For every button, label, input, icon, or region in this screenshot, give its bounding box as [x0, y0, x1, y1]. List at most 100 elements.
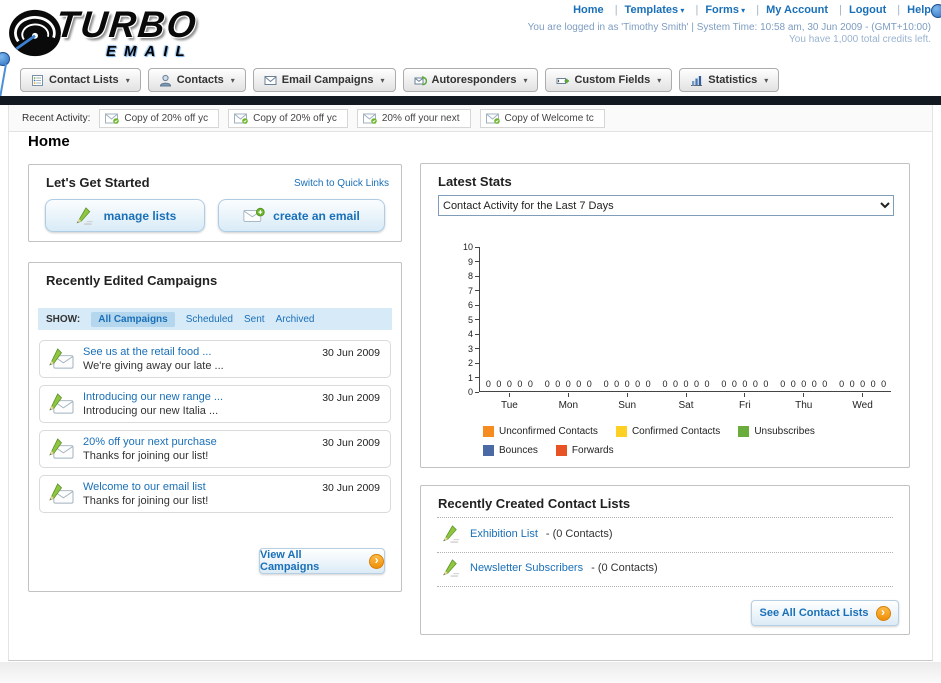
tab-label: Contacts — [176, 74, 224, 86]
stats-period-select[interactable]: Contact Activity for the Last 7 Days — [438, 195, 894, 216]
dark-divider-bar — [0, 96, 941, 105]
campaign-date: 30 Jun 2009 — [322, 482, 380, 494]
campaign-date: 30 Jun 2009 — [322, 392, 380, 404]
recent-campaigns-title: Recently Edited Campaigns — [46, 273, 218, 288]
tab-statistics[interactable]: Statistics — [679, 68, 780, 92]
recent-activity-item[interactable]: 20% off your next — [356, 108, 471, 128]
edit-campaign-icon — [48, 393, 75, 416]
contact-list-link[interactable]: Newsletter Subscribers — [470, 562, 583, 574]
envelope-plus-icon — [243, 206, 265, 225]
tab-label: Statistics — [708, 74, 758, 86]
manage-lists-label: manage lists — [103, 208, 177, 223]
switch-to-quick-links[interactable]: Switch to Quick Links — [294, 178, 389, 189]
manage-lists-button[interactable]: manage lists — [45, 199, 205, 232]
tab-label: Email Campaigns — [281, 74, 374, 86]
custom-fields-icon — [556, 74, 569, 87]
x-tick: Wed — [833, 393, 892, 411]
chart-y-axis: 10 9 8 7 6 5 4 3 2 1 0 — [453, 242, 479, 397]
contact-list-link[interactable]: Exhibition List — [470, 528, 538, 540]
y-tick: 10 — [453, 242, 479, 252]
tab-custom-fields[interactable]: Custom Fields — [545, 68, 673, 92]
campaign-subtitle: We're giving away our late ... — [83, 360, 224, 372]
filter-archived[interactable]: Archived — [276, 314, 315, 325]
nav-home-link[interactable]: Home — [573, 4, 604, 16]
filter-sent[interactable]: Sent — [244, 314, 265, 325]
y-tick: 8 — [453, 271, 479, 281]
nav-help-link[interactable]: Help — [889, 4, 931, 16]
filter-all-campaigns[interactable]: All Campaigns — [91, 311, 175, 327]
contact-list-count: - (0 Contacts) — [545, 527, 613, 540]
nav-forms-link[interactable]: Forms — [687, 4, 745, 16]
edit-campaign-icon — [48, 438, 75, 461]
x-tick: Mon — [539, 393, 598, 411]
recent-activity-item[interactable]: Copy of Welcome tc — [479, 108, 605, 128]
recent-contact-lists-panel: Recently Created Contact Lists Exhibitio… — [420, 485, 910, 635]
page-bottom-strip — [0, 662, 941, 683]
see-all-contact-lists-button[interactable]: See All Contact Lists — [751, 600, 899, 626]
recent-activity-label: Recent Activity: — [22, 112, 91, 124]
tab-autoresponders[interactable]: Autoresponders — [402, 68, 539, 92]
recent-campaigns-panel: Recently Edited Campaigns SHOW: All Camp… — [28, 262, 402, 592]
create-email-button[interactable]: create an email — [218, 199, 385, 232]
y-tick: 0 — [453, 387, 479, 397]
y-tick: 4 — [453, 329, 479, 339]
tab-contact-lists[interactable]: Contact Lists — [20, 68, 141, 92]
logo-text-email: EMAIL — [106, 43, 193, 60]
contact-list-row[interactable]: Exhibition List - (0 Contacts) — [441, 524, 613, 543]
campaign-row[interactable]: 20% off your next purchase Thanks for jo… — [39, 430, 391, 468]
get-started-title: Let's Get Started — [46, 175, 150, 190]
stats-chart: 10 9 8 7 6 5 4 3 2 1 0 0 0 0 0 00 0 0 0 00 0 0 0 0… — [453, 242, 899, 414]
x-tick: Sat — [657, 393, 716, 411]
turbo-email-dashboard: TURBO EMAIL Home Templates Forms My Acco… — [0, 0, 941, 683]
campaign-subtitle: Introducing our new Italia ... — [83, 405, 219, 417]
nav-logout-link[interactable]: Logout — [831, 4, 886, 16]
value-label-group: 0 0 0 0 0 — [721, 379, 769, 389]
dotted-separator — [437, 552, 893, 553]
legend-item-confirmed-contacts: Confirmed Contacts — [615, 426, 720, 437]
recent-activity-item[interactable]: Copy of 20% off yc — [99, 108, 220, 128]
recent-activity-bar: Recent Activity: Copy of 20% off yc Copy… — [9, 105, 932, 132]
pencil-icon — [74, 206, 96, 225]
chart-plot-area — [479, 247, 891, 392]
edit-list-icon — [441, 558, 462, 577]
y-tick: 3 — [453, 344, 479, 354]
campaign-row[interactable]: Welcome to our email list Thanks for joi… — [39, 475, 391, 513]
chart-value-labels: 0 0 0 0 0 0 0 0 0 0 0 0 0 0 0 0 0 0 0 0 0 0 … — [480, 379, 892, 389]
tab-label: Contact Lists — [49, 74, 119, 86]
latest-stats-panel: Latest Stats Contact Activity for the La… — [420, 163, 910, 468]
tab-contacts[interactable]: Contacts — [147, 68, 246, 92]
activity-item-text: Copy of Welcome tc — [504, 112, 594, 124]
decorative-blue-dot-right — [931, 4, 941, 18]
contact-list-count: - (0 Contacts) — [591, 561, 658, 574]
dotted-separator — [437, 517, 893, 518]
campaign-subtitle: Thanks for joining our list! — [83, 495, 209, 507]
x-tick: Sun — [598, 393, 657, 411]
view-all-campaigns-button[interactable]: View All Campaigns — [259, 548, 385, 574]
nav-my-account-link[interactable]: My Account — [748, 4, 828, 16]
nav-templates-link[interactable]: Templates — [607, 4, 685, 16]
tab-email-campaigns[interactable]: Email Campaigns — [252, 68, 396, 92]
recent-contact-lists-title: Recently Created Contact Lists — [438, 496, 631, 511]
edit-campaign-icon — [48, 483, 75, 506]
campaign-row[interactable]: Introducing our new range ... Introducin… — [39, 385, 391, 423]
campaign-date: 30 Jun 2009 — [322, 347, 380, 359]
edit-campaign-icon — [48, 348, 75, 371]
tab-label: Custom Fields — [574, 74, 651, 86]
activity-item-text: Copy of 20% off yc — [253, 112, 337, 124]
activity-item-text: 20% off your next — [381, 112, 460, 124]
contact-lists-icon — [31, 74, 44, 87]
value-label-group: 0 0 0 0 0 — [544, 379, 592, 389]
y-tick: 5 — [453, 315, 479, 325]
filter-scheduled[interactable]: Scheduled — [186, 314, 233, 325]
campaign-row[interactable]: See us at the retail food ... We're givi… — [39, 340, 391, 378]
contact-list-row[interactable]: Newsletter Subscribers - (0 Contacts) — [441, 558, 658, 577]
y-tick: 7 — [453, 286, 479, 296]
value-label-group: 0 0 0 0 0 — [485, 379, 533, 389]
email-campaigns-icon — [264, 74, 277, 87]
activity-item-text: Copy of 20% off yc — [124, 112, 209, 124]
campaign-date: 30 Jun 2009 — [322, 437, 380, 449]
turbo-email-logo: TURBO EMAIL — [6, 3, 296, 65]
chart-legend: Unconfirmed Contacts Confirmed Contacts Un… — [483, 426, 883, 456]
recent-activity-item[interactable]: Copy of 20% off yc — [228, 108, 348, 128]
get-started-panel: Let's Get Started Switch to Quick Links … — [28, 164, 402, 242]
